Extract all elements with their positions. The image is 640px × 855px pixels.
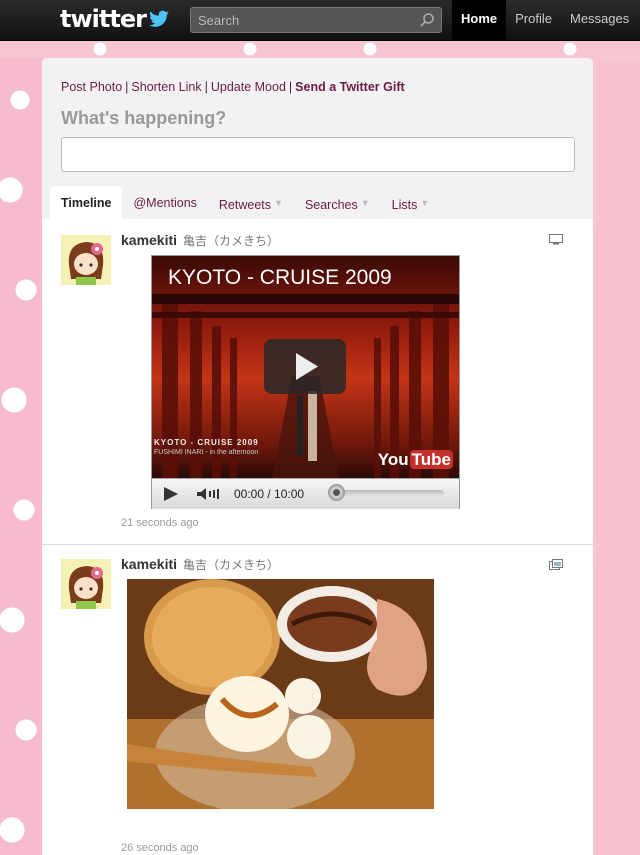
- avatar[interactable]: [61, 559, 111, 609]
- tweet-username[interactable]: kamekiti 亀吉（カメきち）: [121, 232, 279, 249]
- twitter-logo[interactable]: twitter: [60, 5, 170, 33]
- play-overlay-button[interactable]: [264, 339, 346, 394]
- logo-text: twitter: [60, 5, 147, 33]
- play-icon[interactable]: [162, 486, 180, 502]
- video-progress-track[interactable]: [332, 490, 444, 497]
- avatar-image: [61, 235, 111, 285]
- tweet-photo[interactable]: [127, 579, 434, 809]
- timeline-tabs: Timeline @Mentions Retweets ▼ Searches ▼ L…: [50, 186, 441, 219]
- background-pattern-left: [0, 40, 42, 855]
- tweet-timestamp[interactable]: 21 seconds ago: [121, 517, 199, 529]
- tab-label: Lists: [391, 198, 418, 212]
- username-text: kamekiti: [121, 556, 178, 572]
- nav-profile[interactable]: Profile: [506, 0, 561, 40]
- tab-mentions[interactable]: @Mentions: [122, 186, 207, 218]
- video-time: 00:00 / 10:00: [234, 487, 305, 501]
- video-controls: 00:00 / 10:00: [152, 478, 459, 509]
- shorten-link-link[interactable]: Shorten Link: [131, 80, 201, 94]
- nav-messages[interactable]: Messages: [561, 0, 638, 40]
- separator: |: [125, 80, 129, 94]
- video-caption: FUSHIMI INARI - in the afternoon: [154, 449, 259, 456]
- post-photo-link[interactable]: Post Photo: [61, 80, 122, 94]
- top-bar: twitter Home Profile Messages: [0, 0, 640, 41]
- tab-label: Searches: [304, 198, 358, 212]
- compose-prompt: What's happening?: [61, 108, 227, 128]
- timeline: kamekiti 亀吉（カメきち） KYOTO - CRUISE 2009 KY…: [42, 219, 593, 855]
- caret-down-icon: ▼: [274, 198, 283, 208]
- play-icon: [296, 353, 318, 380]
- caret-down-icon: ▼: [360, 198, 370, 208]
- tab-label: @Mentions: [133, 196, 197, 210]
- volume-icon[interactable]: [196, 487, 222, 501]
- tweet-fullname: 亀吉（カメきち）: [182, 558, 279, 572]
- video-progress-handle[interactable]: [328, 484, 345, 501]
- separator: |: [288, 80, 293, 94]
- dessert-photo: [127, 579, 434, 809]
- avatar[interactable]: [61, 235, 111, 285]
- search-icon[interactable]: [419, 12, 435, 28]
- avatar-image: [61, 559, 111, 609]
- main-panel: Post Photo | Shorten Link | Update Mood | Send…: [42, 58, 593, 855]
- tweet: kamekiti 亀吉（カメきち）: [42, 545, 593, 855]
- tab-label: Timeline: [61, 196, 112, 210]
- video-title: KYOTO - CRUISE 2009: [168, 266, 392, 289]
- youtube-logo[interactable]: You Tube: [378, 450, 453, 470]
- background-pattern-top: [0, 40, 640, 58]
- tab-searches[interactable]: Searches ▼: [294, 186, 381, 218]
- video-frame: KYOTO - CRUISE 2009 KYOTO - CRUISE 2009 …: [152, 256, 459, 478]
- tab-lists[interactable]: Lists ▼: [381, 186, 441, 218]
- tweet-timestamp[interactable]: 26 seconds ago: [121, 842, 199, 854]
- youtube-logo-tube: Tube: [409, 450, 453, 469]
- tweet-username[interactable]: kamekiti 亀吉（カメきち）: [121, 556, 279, 573]
- main-nav: Home Profile Messages: [452, 0, 638, 40]
- compose-actions: Post Photo | Shorten Link | Update Mood | Send…: [61, 80, 405, 94]
- tweet-input[interactable]: [61, 137, 575, 172]
- photo-media-icon[interactable]: [549, 559, 563, 570]
- search-box: [190, 7, 442, 33]
- tab-timeline[interactable]: Timeline: [50, 186, 123, 219]
- video-subtitle: KYOTO - CRUISE 2009: [154, 438, 259, 447]
- tab-label: Retweets: [218, 198, 272, 212]
- separator: |: [204, 80, 208, 94]
- bird-icon: [149, 10, 169, 27]
- username-text: kamekiti: [121, 232, 178, 248]
- video-media-icon[interactable]: [549, 234, 563, 245]
- video-player[interactable]: KYOTO - CRUISE 2009 KYOTO - CRUISE 2009 …: [151, 255, 460, 509]
- tab-retweets[interactable]: Retweets ▼: [208, 186, 294, 218]
- caret-down-icon: ▼: [420, 198, 430, 208]
- background-pattern-right: [596, 60, 640, 855]
- send-gift-link[interactable]: Send a Twitter Gift: [295, 80, 405, 94]
- youtube-logo-you: You: [377, 450, 409, 469]
- search-input[interactable]: [191, 8, 418, 32]
- update-mood-link[interactable]: Update Mood: [211, 80, 286, 94]
- tweet: kamekiti 亀吉（カメきち）: [42, 219, 593, 545]
- nav-home[interactable]: Home: [452, 0, 507, 40]
- tweet-fullname: 亀吉（カメきち）: [182, 234, 279, 248]
